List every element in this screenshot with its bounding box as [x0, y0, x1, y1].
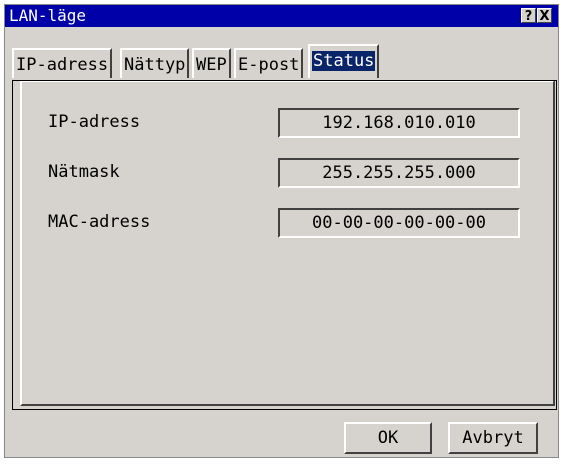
- ip-address-value: 192.168.010.010: [278, 108, 520, 138]
- netmask-label: Nätmask: [48, 162, 120, 182]
- mac-address-label: MAC-adress: [48, 212, 151, 232]
- tab-label: E-post: [238, 55, 300, 75]
- ip-address-label: IP-adress: [48, 112, 141, 132]
- tab-label: Nättyp: [124, 55, 186, 75]
- tab-status[interactable]: Status: [308, 44, 380, 78]
- tab-ip-adress[interactable]: IP-adress: [12, 48, 113, 78]
- tab-wep[interactable]: WEP: [192, 48, 231, 78]
- tab-label: IP-adress: [16, 55, 109, 75]
- ok-button[interactable]: OK: [344, 422, 432, 454]
- help-button[interactable]: ?: [521, 8, 536, 24]
- mac-address-value: 00-00-00-00-00-00: [278, 208, 520, 238]
- window-title: LAN-läge: [9, 6, 87, 25]
- tab-e-post[interactable]: E-post: [234, 48, 304, 78]
- netmask-value: 255.255.255.000: [278, 158, 520, 188]
- tab-label: Status: [312, 51, 376, 71]
- title-bar[interactable]: LAN-läge ? X: [5, 5, 558, 27]
- tab-label: WEP: [196, 55, 227, 75]
- tab-nattyp[interactable]: Nättyp: [120, 48, 190, 78]
- cancel-button[interactable]: Avbryt: [448, 422, 538, 454]
- close-button[interactable]: X: [537, 8, 552, 24]
